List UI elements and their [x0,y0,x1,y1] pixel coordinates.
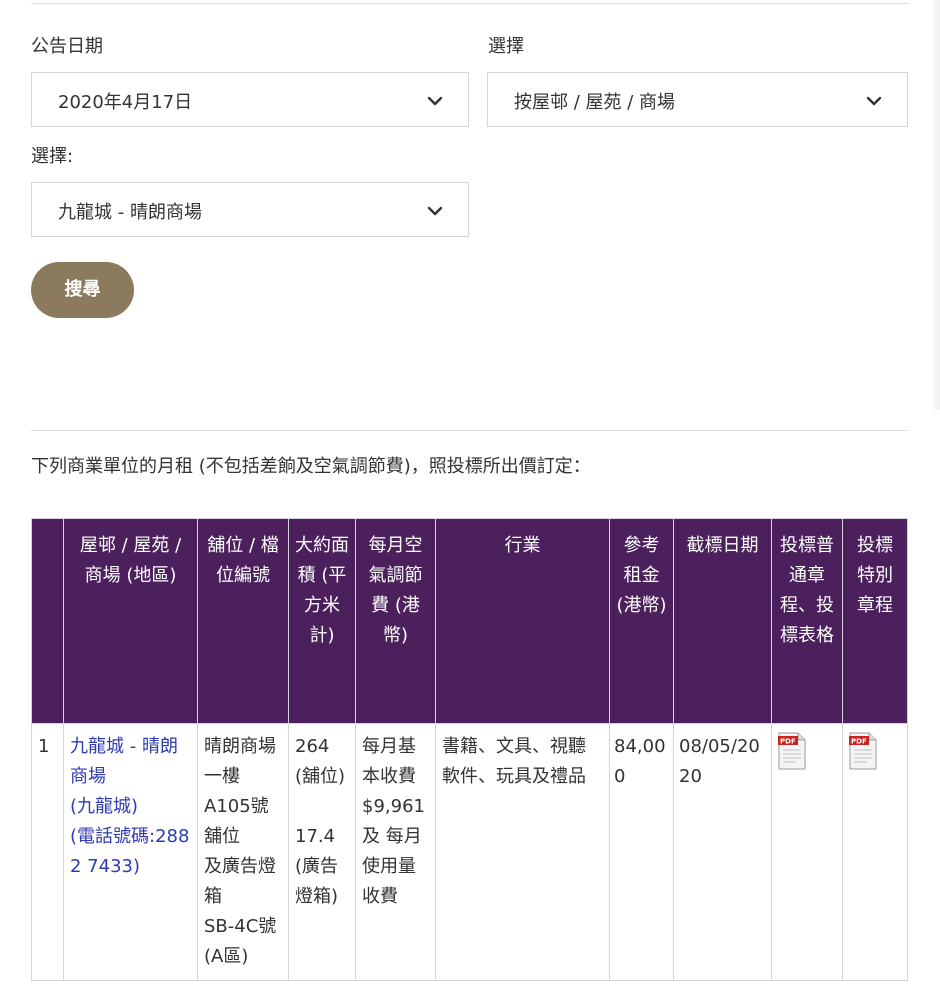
header-area: 大約面積 (平方米計) [288,518,356,724]
date-select[interactable]: 2020年4月17日 [31,72,469,127]
shop-number-cell: 晴朗商場一樓 A105號舖位 及廣告燈箱 SB-4C號 (A區) [197,723,289,981]
table-header-row: 屋邨 / 屋苑 / 商場 (地區) 舖位 / 檔位編號 大約面積 (平方米計) … [31,518,908,724]
header-closing-date: 截標日期 [673,518,772,724]
shop-line: 晴朗商場一樓 [204,736,276,787]
scroll-shadow [930,0,940,410]
header-trade: 行業 [435,518,610,724]
date-select-value: 2020年4月17日 [58,92,193,113]
type-select[interactable]: 按屋邨 / 屋苑 / 商場 [487,72,908,127]
special-docs-cell: PDF [842,723,908,981]
area-shop-unit: (舖位) [295,766,346,787]
estate-name: 九龍城 - 晴朗商場 [70,736,178,787]
header-ac-fee: 每月空氣調節費 (港幣) [355,518,436,724]
svg-text:PDF: PDF [851,738,867,746]
estate-phone: (電話號碼:2882 7433) [70,826,190,877]
row-index: 1 [31,723,64,981]
shop-line: SB-4C號 [204,916,277,937]
estate-select-value: 九龍城 - 晴朗商場 [58,202,202,223]
shop-line: 及廣告燈箱 [204,856,276,907]
header-reference-rent: 參考租金 (港幣) [609,518,674,724]
pdf-icon[interactable]: PDF [778,732,806,770]
estate-district: (九龍城) [70,796,139,817]
shop-line: (A區) [204,946,249,967]
table-row: 1 九龍城 - 晴朗商場 (九龍城) (電話號碼:2882 7433) 晴朗商場一樓… [31,723,908,981]
tender-table: 屋邨 / 屋苑 / 商場 (地區) 舖位 / 檔位編號 大約面積 (平方米計) … [31,518,908,981]
chevron-down-icon [427,206,443,216]
shop-line: A105號舖位 [204,796,269,847]
header-special-docs: 投標特別章程 [842,518,908,724]
type-select-value: 按屋邨 / 屋苑 / 商場 [514,92,676,113]
area-shop-value: 264 [295,736,330,757]
header-estate: 屋邨 / 屋苑 / 商場 (地區) [63,518,198,724]
header-shop-no: 舖位 / 檔位編號 [197,518,289,724]
rent-notice: 下列商業單位的月租 (不包括差餉及空氣調節費)，照投標所出價訂定： [31,456,591,477]
svg-text:PDF: PDF [780,738,796,746]
area-box-value: 17.4 [295,826,336,847]
reference-rent-cell: 84,000 [609,723,674,981]
type-label: 選擇 [488,36,524,57]
header-general-docs: 投標普通章程、投標表格 [771,518,843,724]
trade-cell: 書籍、文具、視聽軟件、玩具及禮品 [435,723,610,981]
date-label: 公告日期 [31,36,103,57]
choice-label: 選擇: [31,146,74,167]
estate-select[interactable]: 九龍城 - 晴朗商場 [31,182,469,237]
search-button[interactable]: 搜尋 [31,262,134,318]
top-divider [31,3,908,4]
estate-cell: 九龍城 - 晴朗商場 (九龍城) (電話號碼:2882 7433) [63,723,198,981]
chevron-down-icon [427,96,443,106]
estate-link[interactable]: 九龍城 - 晴朗商場 (九龍城) (電話號碼:2882 7433) [70,736,189,877]
pdf-icon[interactable]: PDF [849,732,877,770]
closing-date-cell: 08/05/2020 [673,723,772,981]
section-divider [31,430,908,431]
chevron-down-icon [866,96,882,106]
area-box-unit: (廣告燈箱) [295,856,339,907]
general-docs-cell: PDF [771,723,843,981]
header-index [31,518,64,724]
ac-fee-cell: 每月基本收費 $9,961 及 每月使用量收費 [355,723,436,981]
area-cell: 264 (舖位) 17.4 (廣告燈箱) [288,723,356,981]
